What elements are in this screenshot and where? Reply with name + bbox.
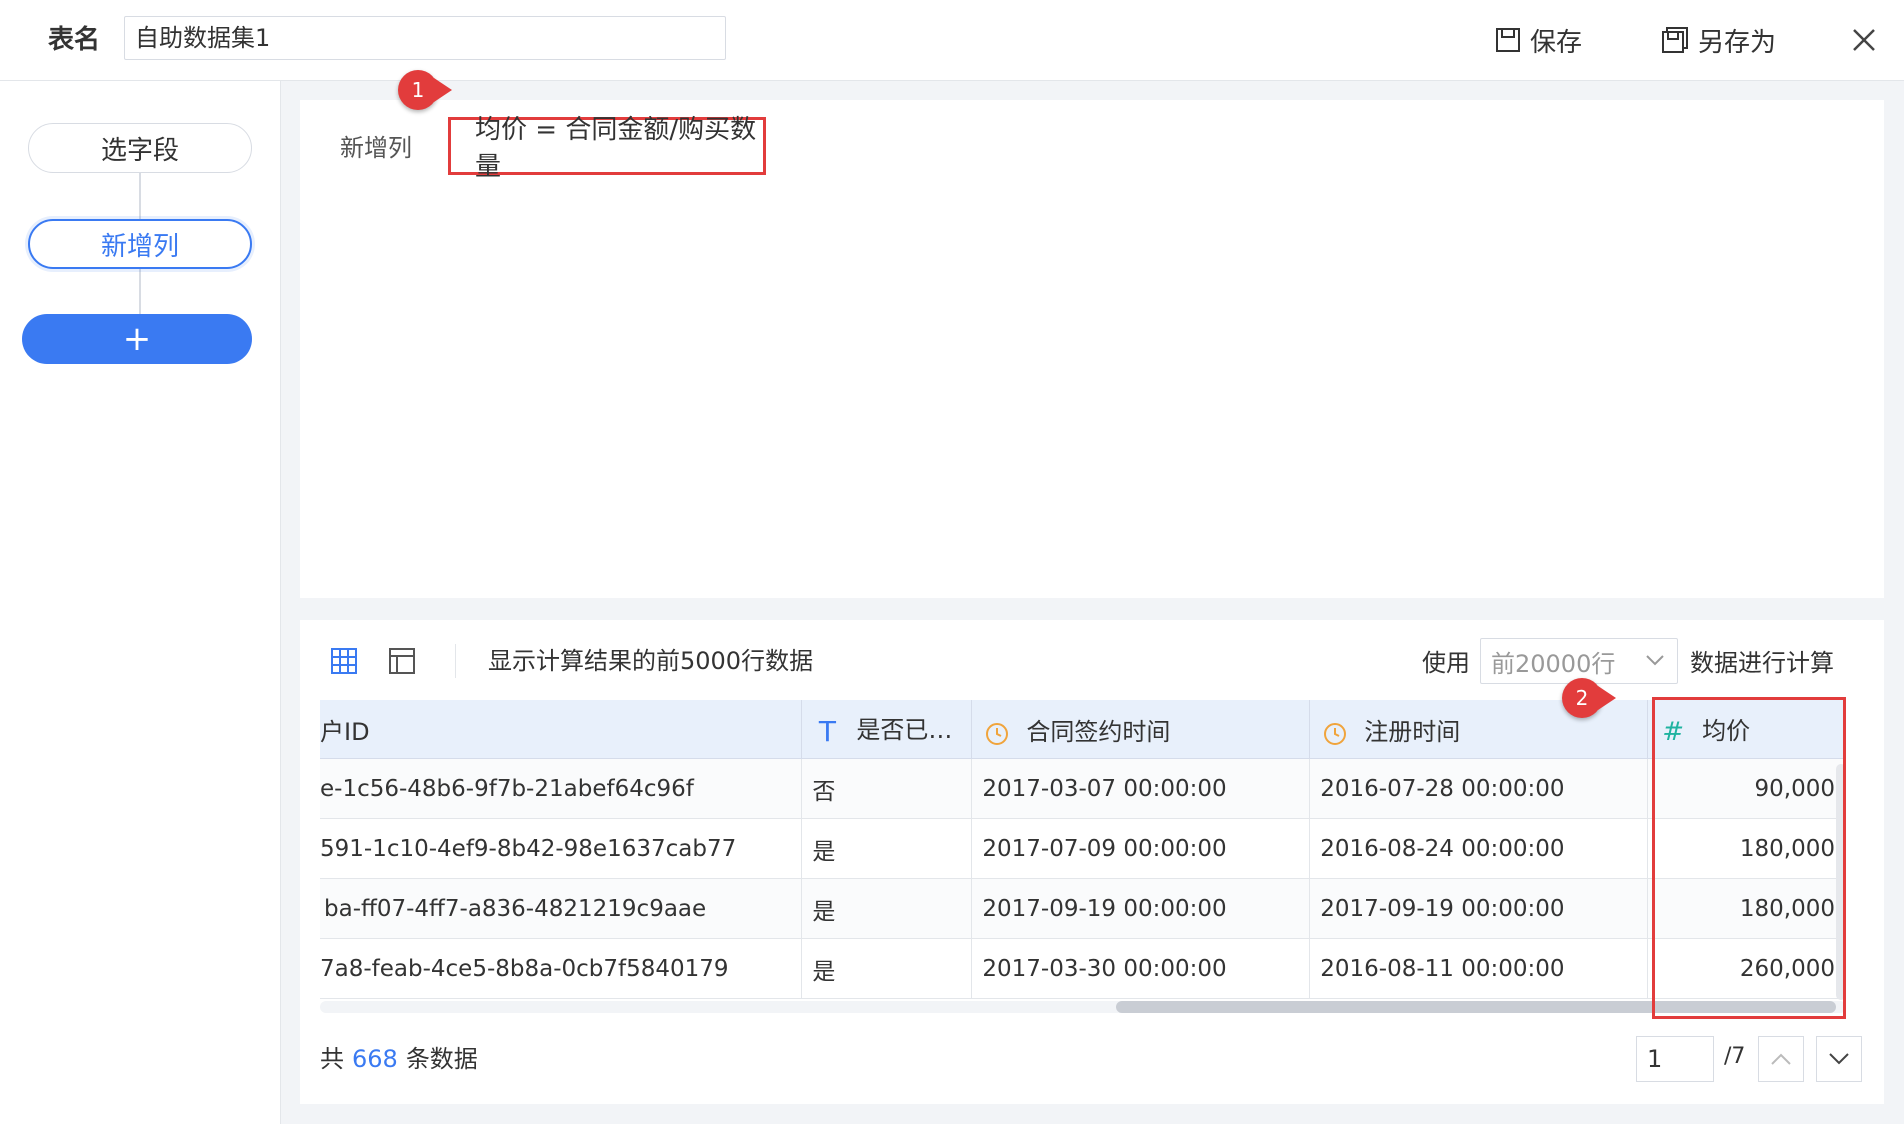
column-header-avg-price[interactable]: # 均价	[1647, 700, 1846, 759]
layout-view-icon[interactable]	[388, 647, 416, 675]
total-count-text: 共 668 条数据	[320, 1045, 478, 1073]
toolbar-divider	[455, 644, 456, 678]
cell-contract-time: 2017-07-09 00:00:00	[971, 818, 1311, 879]
step-select-fields[interactable]: 选字段	[28, 123, 252, 173]
page-number-input[interactable]: 1	[1636, 1036, 1714, 1082]
column-header-is-done[interactable]: T 是否已…	[801, 700, 973, 759]
cell-customer-id: 591-1c10-4ef9-8b42-98e1637cab77	[320, 818, 803, 879]
cell-avg-price: 260,000	[1647, 938, 1846, 999]
horizontal-scrollbar-thumb[interactable]	[1116, 1001, 1836, 1013]
page-total: /7	[1724, 1044, 1746, 1069]
save-icon	[1496, 28, 1520, 52]
add-step-button[interactable]: +	[22, 314, 252, 364]
cell-is-done: 是	[801, 878, 973, 939]
step-sidebar: 选字段 新增列 +	[0, 81, 281, 1124]
cell-is-done: 否	[801, 758, 973, 819]
row-limit-select[interactable]: 前20000行	[1480, 638, 1678, 684]
chevron-up-icon	[1771, 1053, 1791, 1065]
step-connector	[139, 173, 141, 219]
save-as-label: 另存为	[1698, 27, 1777, 58]
page-next-button[interactable]	[1816, 1036, 1862, 1082]
total-count: 668	[352, 1045, 398, 1073]
cell-register-time: 2016-07-28 00:00:00	[1309, 758, 1649, 819]
formula-expression[interactable]: 均价 = 合同金额/购买数量	[448, 115, 766, 182]
save-as-button[interactable]: 另存为	[1660, 20, 1776, 60]
cell-customer-id: e-1c56-48b6-9f7b-21abef64c96f	[320, 758, 803, 819]
text-type-icon: T	[818, 714, 836, 748]
calc-label: 数据进行计算	[1690, 649, 1834, 677]
data-table: 户ID T 是否已… 合同签约时间 注册时间 # 均价 e-1c56-48b6-…	[320, 700, 1846, 1000]
save-as-icon	[1662, 27, 1688, 53]
cell-avg-price: 180,000	[1647, 878, 1846, 939]
preview-description: 显示计算结果的前5000行数据	[488, 647, 814, 675]
cell-avg-price: 180,000	[1647, 818, 1846, 879]
new-column-label: 新增列	[340, 134, 412, 162]
column-header-customer-id[interactable]: 户ID	[320, 700, 803, 759]
number-type-icon: #	[1662, 717, 1684, 747]
cell-contract-time: 2017-09-19 00:00:00	[971, 878, 1311, 939]
page-prev-button[interactable]	[1758, 1036, 1804, 1082]
step-add-column[interactable]: 新增列	[28, 219, 252, 269]
use-label: 使用	[1422, 649, 1470, 677]
clock-icon	[1322, 719, 1348, 747]
save-label: 保存	[1530, 27, 1583, 58]
cell-contract-time: 2017-03-30 00:00:00	[971, 938, 1311, 999]
cell-is-done: 是	[801, 938, 973, 999]
chevron-down-icon	[1829, 1053, 1849, 1065]
table-row[interactable]: e-1c56-48b6-9f7b-21abef64c96f 否 2017-03-…	[320, 758, 1846, 819]
chevron-down-icon	[1646, 655, 1664, 666]
callout-2: 2	[1562, 678, 1602, 718]
cell-register-time: 2017-09-19 00:00:00	[1309, 878, 1649, 939]
callout-1: 1	[398, 70, 438, 110]
callout-2-pointer	[1598, 686, 1616, 710]
clock-icon	[984, 719, 1010, 747]
table-name-label: 表名	[48, 25, 101, 55]
cell-contract-time: 2017-03-07 00:00:00	[971, 758, 1311, 819]
table-header-row: 户ID T 是否已… 合同签约时间 注册时间 # 均价	[320, 700, 1846, 759]
table-row[interactable]: 591-1c10-4ef9-8b42-98e1637cab77 是 2017-0…	[320, 818, 1846, 879]
column-header-contract-time[interactable]: 合同签约时间	[971, 700, 1311, 759]
cell-register-time: 2016-08-11 00:00:00	[1309, 938, 1649, 999]
callout-1-pointer	[434, 78, 452, 102]
vertical-scrollbar[interactable]	[1836, 764, 1846, 1000]
cell-is-done: 是	[801, 818, 973, 879]
row-limit-value: 前20000行	[1491, 649, 1616, 678]
cell-customer-id: 7a8-feab-4ce5-8b8a-0cb7f5840179	[320, 938, 803, 999]
table-row[interactable]: ba-ff07-4ff7-a836-4821219c9aae 是 2017-09…	[320, 878, 1846, 939]
cell-register-time: 2016-08-24 00:00:00	[1309, 818, 1649, 879]
cell-avg-price: 90,000	[1647, 758, 1846, 819]
table-row[interactable]: 7a8-feab-4ce5-8b8a-0cb7f5840179 是 2017-0…	[320, 938, 1846, 999]
step-connector	[139, 269, 141, 314]
grid-view-icon[interactable]	[330, 647, 358, 675]
table-name-input[interactable]: 自助数据集1	[124, 16, 726, 60]
cell-customer-id: ba-ff07-4ff7-a836-4821219c9aae	[320, 878, 803, 939]
close-icon[interactable]	[1848, 24, 1880, 56]
save-button[interactable]: 保存	[1494, 20, 1582, 60]
